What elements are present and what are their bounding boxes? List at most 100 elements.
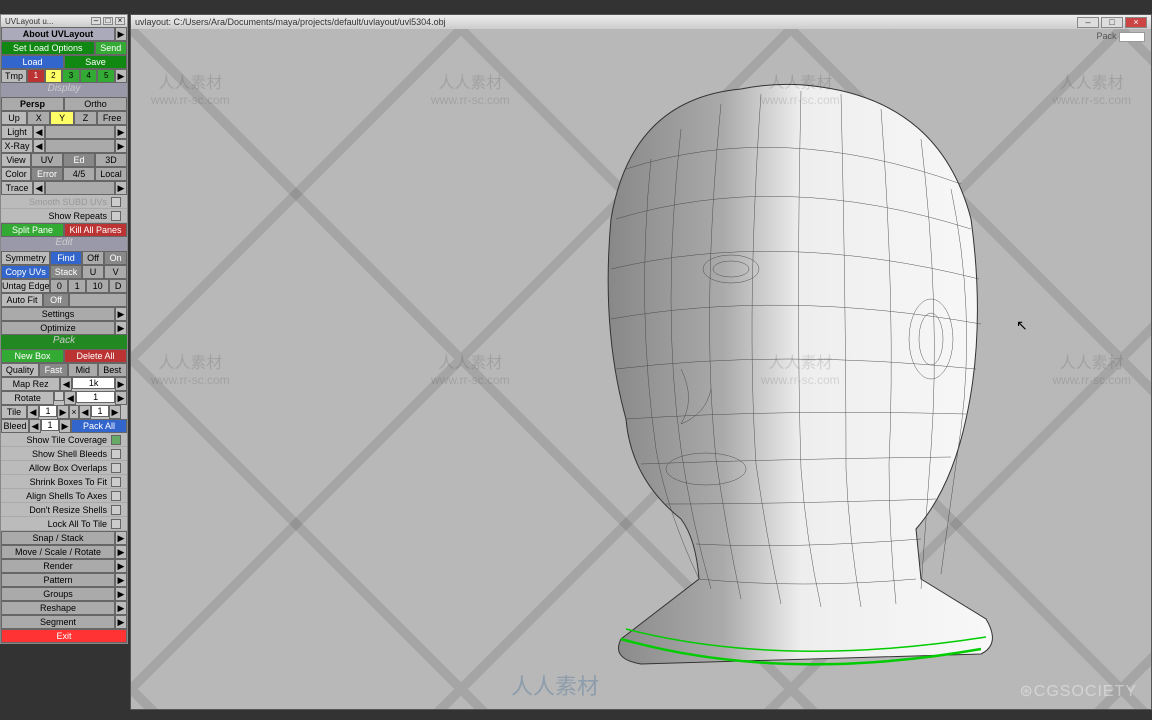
color-local-button[interactable]: Local [95,167,127,181]
xray-right-button[interactable]: ▶ [115,139,127,153]
trace-right-button[interactable]: ▶ [115,181,127,195]
tmp-expand-button[interactable]: ▶ [115,69,127,83]
new-box-button[interactable]: New Box [1,349,64,363]
viewport-minimize-button[interactable]: – [1077,17,1099,28]
opt-box-overlaps-checkbox[interactable] [111,463,121,473]
quality-fast-button[interactable]: Fast [39,363,68,377]
untag-d-button[interactable]: D [109,279,127,293]
quality-best-button[interactable]: Best [98,363,127,377]
view-3d-button[interactable]: 3D [95,153,127,167]
opt-shrink-boxes-checkbox[interactable] [111,477,121,487]
render-expand[interactable]: ▶ [115,559,127,573]
show-repeats-checkbox[interactable] [111,211,121,221]
v-button[interactable]: V [104,265,127,279]
bleed-left-button[interactable]: ◀ [29,419,41,433]
light-right-button[interactable]: ▶ [115,125,127,139]
rotate-left-button[interactable]: ◀ [64,391,76,405]
tile-y-right-button[interactable]: ▶ [109,405,121,419]
tmp-slot-4[interactable]: 4 [80,69,98,83]
up-free-button[interactable]: Free [97,111,127,125]
maprez-right-button[interactable]: ▶ [115,377,127,391]
render-dropdown[interactable]: Render [1,559,115,573]
minimize-panel-button[interactable]: – [91,17,101,25]
split-pane-button[interactable]: Split Pane [1,223,64,237]
color-error-button[interactable]: Error [31,167,63,181]
u-button[interactable]: U [82,265,105,279]
about-expand-button[interactable]: ▶ [115,27,127,41]
delete-all-button[interactable]: Delete All [64,349,127,363]
save-button[interactable]: Save [64,55,127,69]
set-load-options-button[interactable]: Set Load Options [1,41,95,55]
opt-lock-tile-checkbox[interactable] [111,519,121,529]
exit-button[interactable]: Exit [1,629,127,643]
tmp-slot-1[interactable]: 1 [27,69,45,83]
up-x-button[interactable]: X [27,111,50,125]
reshape-expand[interactable]: ▶ [115,601,127,615]
tmp-slot-5[interactable]: 5 [97,69,115,83]
bleed-right-button[interactable]: ▶ [59,419,71,433]
auto-fit-off-button[interactable]: Off [43,293,69,307]
tmp-slot-2[interactable]: 2 [45,69,63,83]
view-ed-button[interactable]: Ed [63,153,95,167]
tile-x-value[interactable]: 1 [39,405,57,417]
persp-button[interactable]: Persp [1,97,64,111]
trace-left-button[interactable]: ◀ [33,181,45,195]
stack-button[interactable]: Stack [50,265,82,279]
light-slider[interactable] [45,125,115,139]
pack-input[interactable] [1119,32,1145,42]
tile-y-value[interactable]: 1 [91,405,109,417]
optimize-dropdown[interactable]: Optimize [1,321,115,335]
symmetry-off-button[interactable]: Off [82,251,105,265]
bleed-value[interactable]: 1 [41,419,59,431]
viewport-maximize-button[interactable]: □ [1101,17,1123,28]
msr-expand[interactable]: ▶ [115,545,127,559]
close-panel-button[interactable]: × [115,17,125,25]
segment-expand[interactable]: ▶ [115,615,127,629]
kill-panes-button[interactable]: Kill All Panes [64,223,127,237]
maprez-left-button[interactable]: ◀ [60,377,72,391]
about-button[interactable]: About UVLayout [1,27,115,41]
pattern-dropdown[interactable]: Pattern [1,573,115,587]
symmetry-find-button[interactable]: Find [50,251,82,265]
tmp-slot-3[interactable]: 3 [62,69,80,83]
xray-left-button[interactable]: ◀ [33,139,45,153]
tile-y-left-button[interactable]: ◀ [79,405,91,419]
opt-tile-coverage-checkbox[interactable] [111,435,121,445]
snap-stack-dropdown[interactable]: Snap / Stack [1,531,115,545]
load-button[interactable]: Load [1,55,64,69]
opt-shell-bleeds-checkbox[interactable] [111,449,121,459]
optimize-expand-button[interactable]: ▶ [115,321,127,335]
move-scale-rotate-dropdown[interactable]: Move / Scale / Rotate [1,545,115,559]
groups-expand[interactable]: ▶ [115,587,127,601]
up-y-button[interactable]: Y [50,111,73,125]
smooth-subd-checkbox[interactable] [111,197,121,207]
opt-align-shells-checkbox[interactable] [111,491,121,501]
tile-x-right-button[interactable]: ▶ [57,405,69,419]
pattern-expand[interactable]: ▶ [115,573,127,587]
groups-dropdown[interactable]: Groups [1,587,115,601]
reshape-dropdown[interactable]: Reshape [1,601,115,615]
untag-0-button[interactable]: 0 [50,279,68,293]
tile-x-left-button[interactable]: ◀ [27,405,39,419]
pack-all-button[interactable]: Pack All [71,419,127,433]
rotate-value[interactable]: 1 [76,391,115,403]
quality-mid-button[interactable]: Mid [68,363,97,377]
color-45-button[interactable]: 4/5 [63,167,95,181]
viewport-close-button[interactable]: × [1125,17,1147,28]
auto-fit-blank[interactable] [69,293,127,307]
settings-dropdown[interactable]: Settings [1,307,115,321]
up-z-button[interactable]: Z [74,111,97,125]
segment-dropdown[interactable]: Segment [1,615,115,629]
rotate-right-button[interactable]: ▶ [115,391,127,405]
send-button[interactable]: Send [95,41,128,55]
trace-slider[interactable] [45,181,115,195]
maximize-panel-button[interactable]: □ [103,17,113,25]
symmetry-on-button[interactable]: On [104,251,127,265]
untag-1-button[interactable]: 1 [68,279,86,293]
viewport-3d-area[interactable]: Pack [131,29,1151,709]
xray-slider[interactable] [45,139,115,153]
copy-uvs-button[interactable]: Copy UVs [1,265,50,279]
settings-expand-button[interactable]: ▶ [115,307,127,321]
ortho-button[interactable]: Ortho [64,97,127,111]
light-left-button[interactable]: ◀ [33,125,45,139]
